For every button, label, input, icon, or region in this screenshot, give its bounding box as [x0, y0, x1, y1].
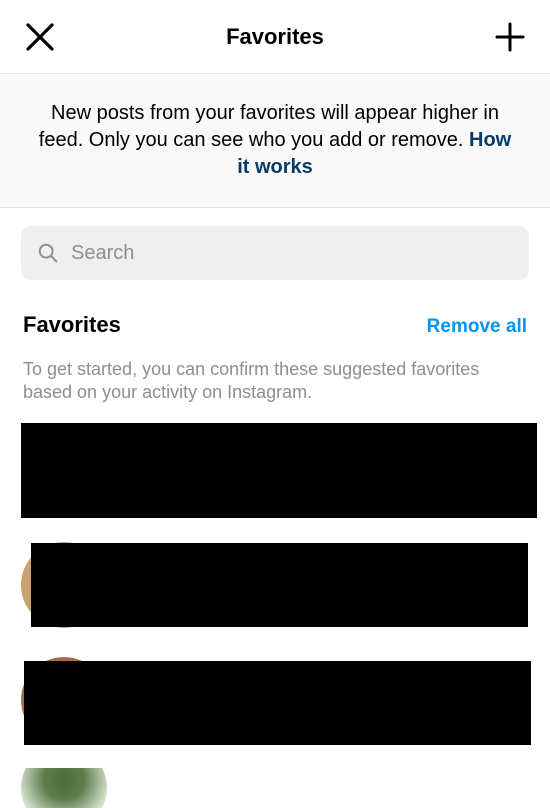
favorites-list [21, 423, 529, 808]
page-title: Favorites [226, 24, 324, 50]
content: Favorites Remove all To get started, you… [0, 208, 550, 808]
redaction-block [21, 423, 537, 518]
search-icon [37, 242, 59, 264]
list-item[interactable] [21, 538, 529, 633]
header: Favorites [0, 0, 550, 74]
redaction-block [31, 543, 528, 627]
search-input[interactable] [71, 242, 513, 265]
list-item[interactable] [21, 768, 529, 808]
suggested-hint: To get started, you can confirm these su… [21, 358, 529, 423]
list-item[interactable] [21, 653, 529, 748]
section-head: Favorites Remove all [21, 312, 529, 338]
banner-text: New posts from your favorites will appea… [39, 102, 499, 151]
list-item[interactable] [21, 423, 529, 518]
search-field[interactable] [21, 226, 529, 280]
favorites-heading: Favorites [23, 312, 121, 338]
add-icon[interactable] [494, 21, 526, 53]
redaction-block [24, 661, 531, 745]
close-icon[interactable] [24, 21, 56, 53]
info-banner: New posts from your favorites will appea… [0, 74, 550, 208]
remove-all-button[interactable]: Remove all [427, 316, 527, 338]
avatar [21, 768, 107, 808]
